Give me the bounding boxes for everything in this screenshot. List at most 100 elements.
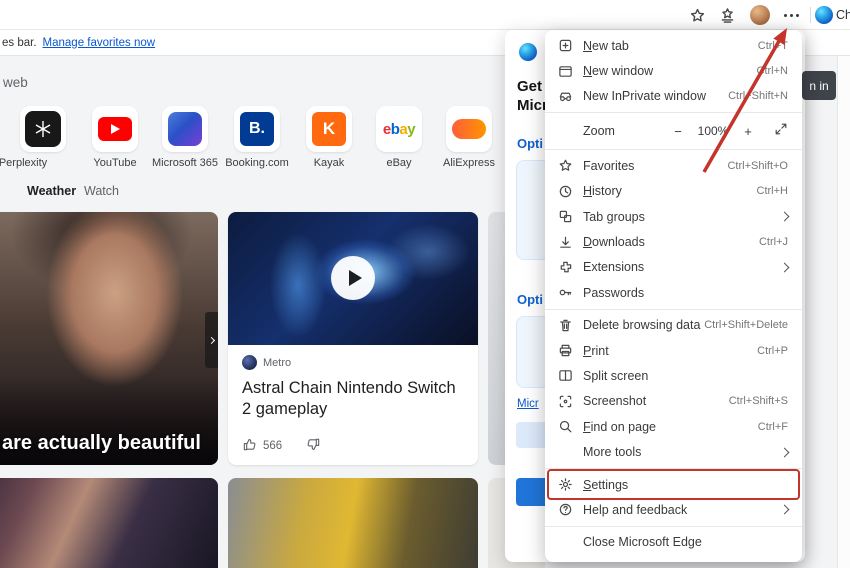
shortcut-aliexpress[interactable] — [446, 106, 492, 152]
source-name: Metro — [263, 356, 292, 369]
menu-item-new-tab[interactable]: New tab Ctrl+T — [545, 33, 802, 58]
menu-item-more-tools[interactable]: More tools — [545, 439, 802, 464]
tab-groups-icon — [557, 209, 573, 225]
menu-item-label: Settings — [583, 477, 629, 492]
menu-item-label: Screenshot — [583, 394, 647, 409]
zoom-out-button[interactable]: − — [669, 122, 687, 140]
menu-item-shortcut: Ctrl+Shift+O — [727, 159, 788, 172]
screenshot-icon — [557, 393, 573, 409]
new-window-icon — [557, 63, 573, 79]
shortcut-label: eBay — [386, 157, 412, 169]
menu-separator — [545, 149, 802, 151]
shortcut-microsoft-365[interactable] — [162, 106, 208, 152]
settings-and-more-button[interactable] — [779, 4, 803, 26]
dialog-section-fragment: Opti — [517, 136, 543, 151]
menu-item-history[interactable]: History Ctrl+H — [545, 179, 802, 204]
submenu-chevron-icon — [779, 262, 790, 273]
aliexpress-logo-icon — [452, 119, 486, 139]
carousel-next-button[interactable] — [205, 312, 218, 368]
shortcut-kayak[interactable]: K — [306, 106, 352, 152]
news-card-bottom-left[interactable] — [0, 478, 218, 568]
menu-item-label: Passwords — [583, 285, 645, 300]
menu-item-label: History — [583, 184, 622, 199]
menu-separator — [545, 525, 802, 527]
dislike-button[interactable] — [306, 437, 321, 455]
profile-avatar[interactable] — [750, 5, 770, 25]
menu-item-label: Print — [583, 343, 609, 358]
menu-item-delete-browsing-data[interactable]: Delete browsing data Ctrl+Shift+Delete — [545, 313, 802, 338]
extensions-icon — [557, 259, 573, 275]
fullscreen-icon[interactable] — [774, 122, 788, 141]
inprivate-icon — [557, 88, 573, 104]
dialog-title-fragment: Micr — [517, 97, 548, 114]
menu-item-help-and-feedback[interactable]: Help and feedback — [545, 497, 802, 522]
toolbar-divider — [810, 7, 811, 23]
news-card-hero[interactable]: are actually beautiful — [0, 212, 218, 465]
chevron-right-icon — [207, 336, 216, 344]
menu-item-split-screen[interactable]: Split screen — [545, 363, 802, 388]
favorite-star-icon[interactable] — [686, 4, 708, 26]
menu-item-extensions[interactable]: Extensions — [545, 255, 802, 280]
feed-tab-weather[interactable]: Weather — [27, 184, 76, 198]
shortcut-label: YouTube — [93, 157, 137, 169]
booking-logo-icon: B. — [240, 112, 274, 146]
zoom-in-button[interactable]: + — [739, 122, 757, 140]
menu-item-screenshot[interactable]: Screenshot Ctrl+Shift+S — [545, 389, 802, 414]
menu-item-favorites[interactable]: Favorites Ctrl+Shift+O — [545, 153, 802, 178]
news-card-metro[interactable]: Metro Astral Chain Nintendo Switch 2 gam… — [228, 212, 478, 465]
shortcut-ebay[interactable]: ebay — [376, 106, 422, 152]
menu-item-print[interactable]: Print Ctrl+P — [545, 338, 802, 363]
help-icon — [557, 502, 573, 518]
shortcut-booking[interactable]: B. — [234, 106, 280, 152]
menu-item-label: Delete browsing data — [583, 318, 701, 333]
news-card-bottom-middle[interactable] — [228, 478, 478, 568]
sign-in-button[interactable]: n in — [802, 71, 836, 100]
shortcut-perplexity[interactable] — [20, 106, 66, 152]
menu-item-downloads[interactable]: Downloads Ctrl+J — [545, 229, 802, 254]
menu-item-shortcut: Ctrl+F — [757, 420, 788, 433]
shortcut-label: Kayak — [313, 157, 345, 169]
search-box-fragment[interactable]: web — [3, 75, 28, 90]
menu-item-passwords[interactable]: Passwords — [545, 280, 802, 305]
menu-item-label: Find on page — [583, 419, 656, 434]
menu-item-label: Close Microsoft Edge — [583, 535, 702, 550]
menu-item-settings[interactable]: Settings — [545, 469, 802, 500]
like-button[interactable] — [242, 437, 257, 455]
key-icon — [557, 285, 573, 301]
menu-item-shortcut: Ctrl+J — [758, 236, 788, 249]
background-window-label: Ch — [836, 8, 850, 22]
article-title: Astral Chain Nintendo Switch 2 gameplay — [242, 379, 456, 419]
menu-item-tab-groups[interactable]: Tab groups — [545, 204, 802, 229]
dialog-section-fragment: Opti — [517, 292, 543, 307]
play-button[interactable] — [331, 256, 375, 300]
zoom-value: 100% — [697, 124, 729, 139]
trash-icon — [557, 317, 573, 333]
feed-tab-watch[interactable]: Watch — [84, 184, 119, 198]
menu-item-find-on-page[interactable]: Find on page Ctrl+F — [545, 414, 802, 439]
browser-toolbar: Ch — [0, 0, 850, 30]
menu-item-close-edge[interactable]: Close Microsoft Edge — [545, 530, 802, 555]
menu-item-new-window[interactable]: New window Ctrl+N — [545, 58, 802, 83]
star-icon — [557, 158, 573, 174]
microsoft-365-logo-icon — [168, 112, 202, 146]
hero-caption: are actually beautiful — [2, 432, 201, 454]
menu-item-shortcut: Ctrl+Shift+S — [728, 395, 788, 408]
gear-icon — [557, 477, 573, 493]
menu-item-label: Favorites — [583, 158, 635, 173]
menu-item-label: Extensions — [583, 260, 645, 275]
manage-favorites-link[interactable]: Manage favorites now — [43, 37, 156, 49]
like-count: 566 — [263, 440, 283, 452]
window-edge-band — [837, 0, 850, 568]
submenu-chevron-icon — [779, 211, 790, 222]
favorites-bar-text: es bar. — [2, 36, 37, 49]
favorites-hub-icon[interactable] — [716, 4, 738, 26]
menu-item-shortcut: Ctrl+T — [757, 39, 788, 52]
menu-item-new-inprivate-window[interactable]: New InPrivate window Ctrl+Shift+N — [545, 84, 802, 109]
edge-logo-icon — [519, 43, 537, 61]
submenu-chevron-icon — [779, 504, 790, 515]
menu-item-shortcut: Ctrl+Shift+N — [728, 90, 788, 103]
dialog-link-fragment[interactable]: Micr — [517, 398, 539, 410]
menu-item-label: Tab groups — [583, 209, 645, 224]
shortcut-youtube[interactable] — [92, 106, 138, 152]
menu-item-label: More tools — [583, 445, 642, 460]
